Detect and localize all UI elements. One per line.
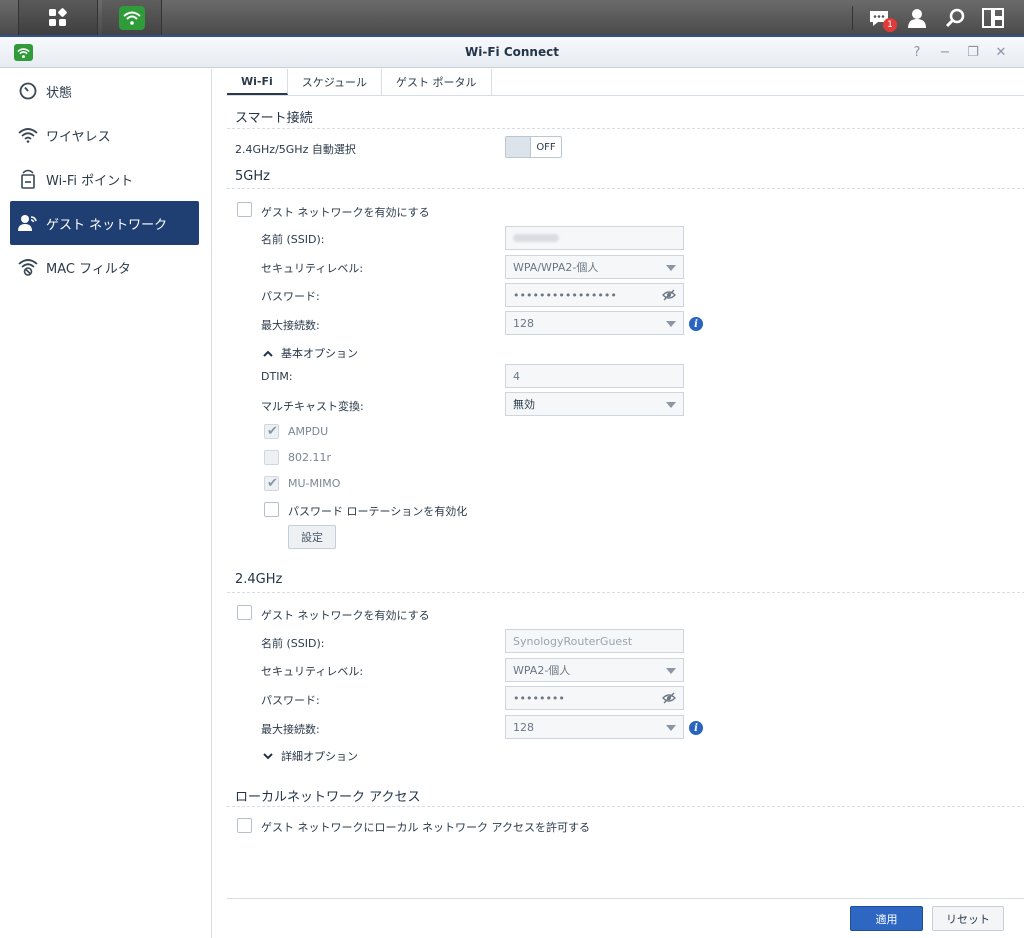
band5-enable-guest-label: ゲスト ネットワークを有効にする [261, 206, 430, 219]
band5-ssid-input[interactable] [505, 226, 684, 250]
local-access-label: ゲスト ネットワークにローカル ネットワーク アクセスを許可する [261, 821, 590, 834]
sidebar-item-wifi-point[interactable]: Wi-Fi ポイント [10, 157, 199, 201]
smart-connect-title: スマート接続 [235, 111, 313, 126]
rotation-settings-button[interactable]: 設定 [288, 525, 336, 549]
sidebar-item-wireless[interactable]: ワイヤレス [10, 113, 199, 157]
wifi-app-icon [118, 5, 145, 30]
main-menu-button[interactable] [18, 0, 98, 35]
chevron-up-icon [263, 350, 273, 357]
status-icon [18, 81, 38, 101]
band24-security-select[interactable]: WPA2-個人 [505, 658, 684, 682]
dtim-label: DTIM: [261, 370, 293, 383]
mumimo-label: MU-MIMO [288, 477, 341, 490]
band24-ssid-label: 名前 (SSID): [261, 637, 325, 650]
hide-password-icon[interactable] [662, 692, 676, 707]
band5-max-conn-label: 最大接続数: [261, 319, 320, 332]
auto-select-label: 2.4GHz/5GHz 自動選択 [235, 143, 356, 156]
smart-connect-toggle[interactable]: OFF [505, 136, 562, 158]
password-rotation-checkbox[interactable] [264, 502, 279, 517]
wifi-point-icon [18, 169, 38, 189]
band24-max-conn-select[interactable]: 128 [505, 715, 684, 739]
band24-enable-guest-checkbox[interactable] [237, 605, 252, 620]
info-icon[interactable]: i [689, 721, 703, 735]
widgets-icon [982, 7, 1004, 28]
band5-enable-guest-checkbox[interactable] [237, 202, 252, 217]
main-content: Wi-Fi スケジュール ゲスト ポータル スマート接続 2.4GHz/5GHz… [213, 69, 1024, 938]
blurred-ssid [513, 234, 559, 242]
chevron-down-icon [666, 321, 676, 327]
tab-guest-portal[interactable]: ゲスト ポータル [382, 69, 492, 95]
guest-network-icon [18, 213, 38, 233]
dtim-input[interactable]: 4 [505, 364, 684, 388]
band-24ghz-title: 2.4GHz [235, 572, 283, 587]
tab-bar: Wi-Fi スケジュール ゲスト ポータル [227, 69, 1024, 96]
sidebar-item-guest-network[interactable]: ゲスト ネットワーク [10, 201, 199, 245]
tab-schedule[interactable]: スケジュール [288, 69, 382, 95]
sidebar-item-label: Wi-Fi ポイント [46, 173, 134, 189]
chevron-down-icon [666, 402, 676, 408]
band24-enable-guest-label: ゲスト ネットワークを有効にする [261, 609, 430, 622]
chevron-down-icon [666, 668, 676, 674]
reset-button[interactable]: リセット [932, 906, 1004, 931]
info-icon[interactable]: i [689, 317, 703, 331]
taskbar: 1 [0, 0, 1024, 37]
local-access-title: ローカルネットワーク アクセス [235, 790, 421, 805]
sidebar-item-label: ワイヤレス [46, 129, 111, 145]
notification-button[interactable]: 1 [860, 0, 898, 35]
band5-password-input[interactable]: •••••••••••••••• [505, 283, 684, 307]
chevron-down-icon [263, 752, 273, 759]
notification-badge: 1 [883, 18, 897, 32]
minimize-button[interactable]: − [934, 44, 956, 60]
sidebar-item-mac-filter[interactable]: MAC フィルタ [10, 245, 199, 289]
hide-password-icon[interactable] [662, 289, 676, 304]
widgets-button[interactable] [974, 0, 1012, 35]
password-rotation-label: パスワード ローテーションを有効化 [288, 505, 468, 518]
band5-password-label: パスワード: [261, 290, 320, 303]
multicast-select[interactable]: 無効 [505, 392, 684, 416]
apply-button[interactable]: 適用 [850, 906, 923, 931]
sidebar-item-label: 状態 [46, 85, 73, 101]
band5-security-select[interactable]: WPA/WPA2-個人 [505, 255, 684, 279]
search-button[interactable] [936, 0, 974, 35]
mac-filter-icon [18, 257, 38, 277]
r80211-checkbox[interactable] [264, 450, 279, 465]
help-button[interactable]: ? [906, 44, 928, 60]
band5-max-conn-select[interactable]: 128 [505, 311, 684, 335]
close-button[interactable]: ✕ [990, 44, 1012, 60]
sidebar-item-status[interactable]: 状態 [10, 69, 199, 113]
window-title: Wi-Fi Connect [465, 45, 559, 59]
basic-options-toggle[interactable]: 基本オプション [263, 345, 358, 361]
chevron-down-icon [666, 265, 676, 271]
band24-ssid-input[interactable]: SynologyRouterGuest [505, 629, 684, 653]
toggle-label: OFF [530, 137, 561, 157]
search-icon [945, 8, 965, 27]
sidebar-item-label: ゲスト ネットワーク [46, 217, 168, 233]
band5-ssid-label: 名前 (SSID): [261, 233, 325, 246]
ampdu-checkbox[interactable]: ✔ [264, 424, 279, 439]
band5-security-label: セキュリティレベル: [261, 262, 364, 275]
wireless-icon [18, 125, 38, 145]
chevron-down-icon [666, 725, 676, 731]
tab-wifi[interactable]: Wi-Fi [227, 69, 288, 95]
user-icon [908, 8, 926, 28]
sidebar-item-label: MAC フィルタ [46, 261, 131, 277]
advanced-options-toggle[interactable]: 詳細オプション [263, 748, 358, 764]
main-menu-icon [49, 7, 67, 26]
user-button[interactable] [898, 0, 936, 35]
band24-password-input[interactable]: •••••••• [505, 686, 684, 710]
mumimo-checkbox[interactable]: ✔ [264, 476, 279, 491]
band24-password-label: パスワード: [261, 694, 320, 707]
ampdu-label: AMPDU [288, 425, 329, 438]
band24-max-conn-label: 最大接続数: [261, 723, 320, 736]
r80211-label: 802.11r [288, 451, 332, 464]
band24-security-label: セキュリティレベル: [261, 665, 364, 678]
sidebar: 状態 ワイヤレス Wi-Fi ポイント ゲスト ネットワーク MAC フィルタ [0, 69, 212, 938]
wifi-connect-taskbar-button[interactable] [102, 0, 162, 35]
multicast-label: マルチキャスト変換: [261, 400, 364, 413]
maximize-button[interactable]: ❐ [962, 44, 984, 60]
band-5ghz-title: 5GHz [235, 169, 270, 184]
window-titlebar: Wi-Fi Connect ? − ❐ ✕ [0, 37, 1024, 68]
local-access-checkbox[interactable] [237, 818, 252, 833]
